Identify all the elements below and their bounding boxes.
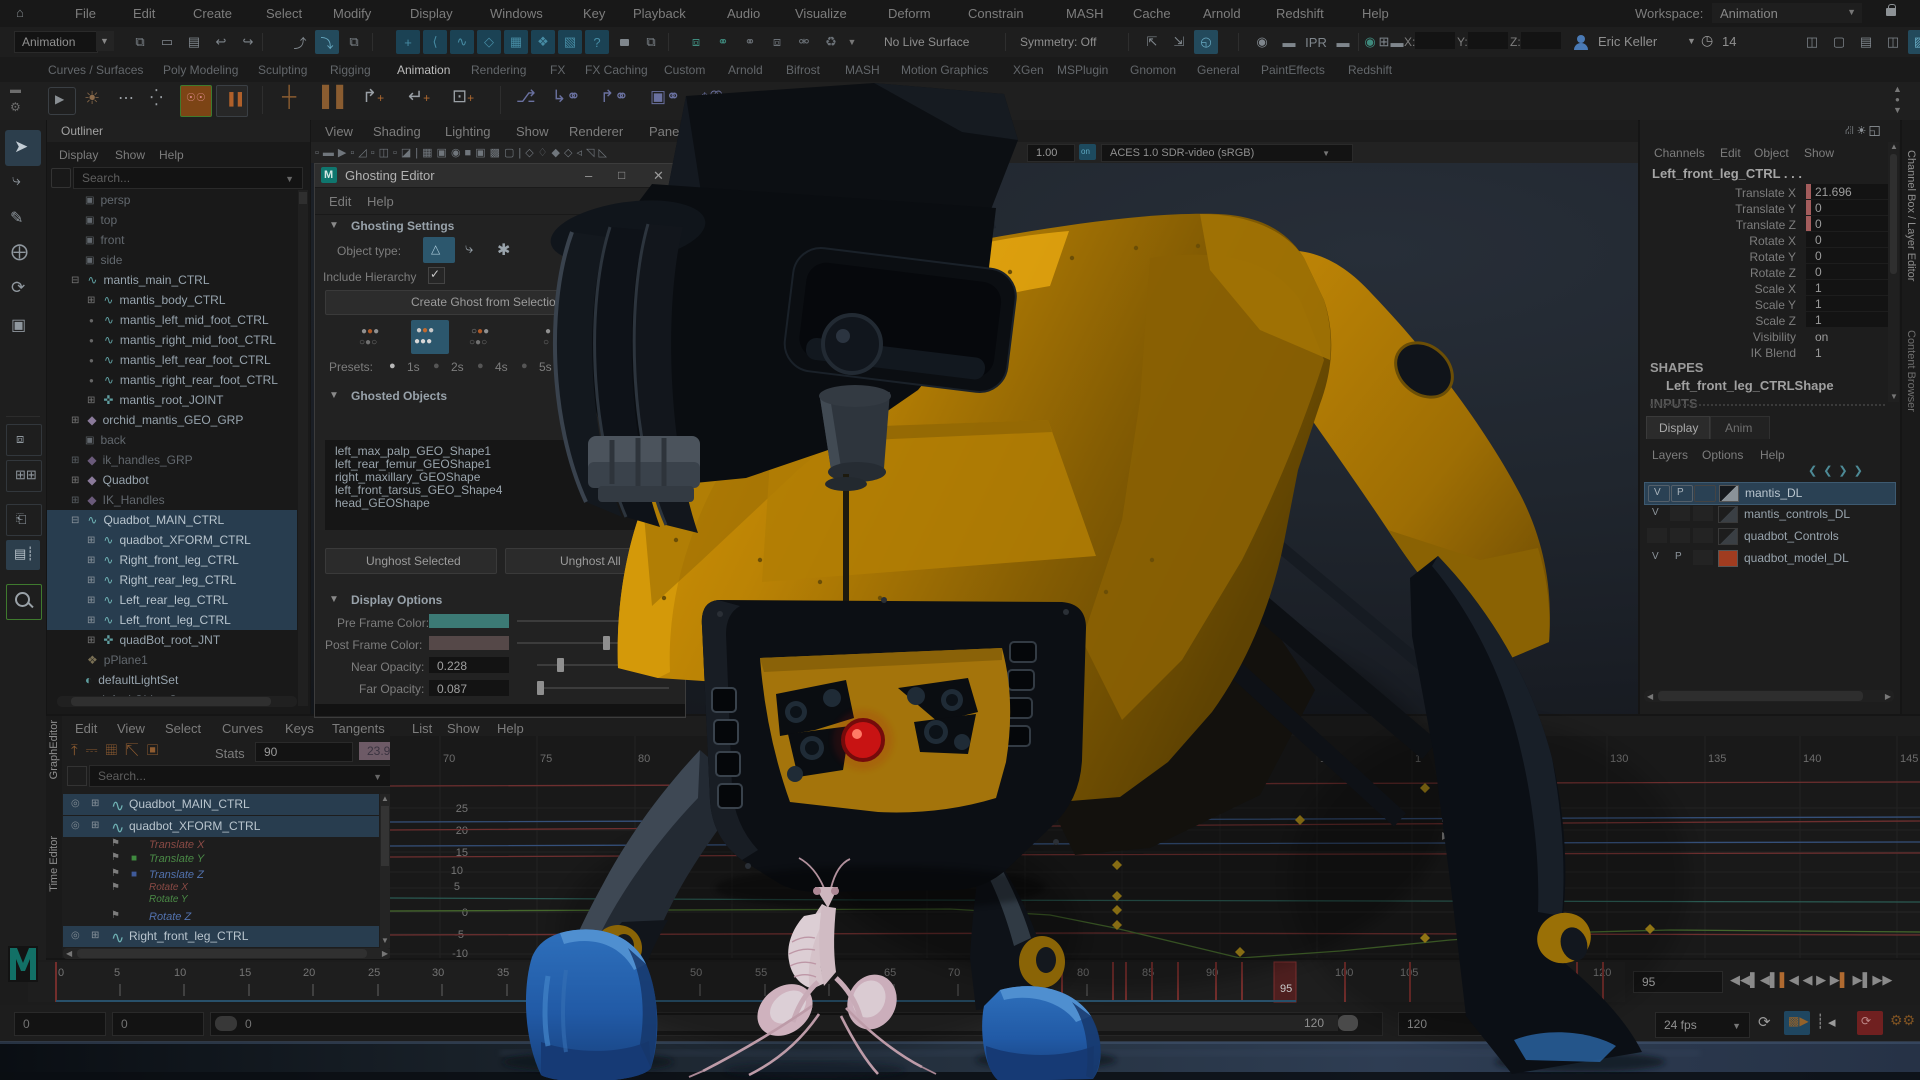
svg-text:80: 80 [638, 753, 650, 765]
svg-text:60: 60 [819, 967, 831, 979]
svg-text:135: 135 [1708, 753, 1726, 765]
svg-text:25: 25 [368, 967, 380, 979]
svg-text:25: 25 [456, 803, 468, 815]
svg-text:70: 70 [948, 967, 960, 979]
svg-text:105: 105 [1125, 753, 1143, 765]
svg-text:30: 30 [432, 967, 444, 979]
svg-text:5: 5 [454, 881, 460, 893]
svg-text:55: 55 [755, 967, 767, 979]
svg-text:20: 20 [456, 825, 468, 837]
svg-text:0: 0 [58, 967, 64, 979]
svg-text:145: 145 [1900, 753, 1918, 765]
svg-text:45: 45 [626, 967, 638, 979]
svg-text:35: 35 [497, 967, 509, 979]
svg-text:110: 110 [1464, 967, 1482, 979]
svg-text:20: 20 [303, 967, 315, 979]
svg-text:115: 115 [1529, 967, 1547, 979]
svg-text:0: 0 [462, 907, 468, 919]
svg-text:65: 65 [884, 967, 896, 979]
svg-text:75: 75 [1013, 967, 1025, 979]
svg-text:1: 1 [1415, 753, 1421, 765]
svg-text:95: 95 [1280, 983, 1292, 995]
svg-text:110: 110 [1223, 753, 1241, 765]
svg-text:5: 5 [114, 967, 120, 979]
svg-text:130: 130 [1610, 753, 1628, 765]
svg-text:70: 70 [443, 753, 455, 765]
svg-text:140: 140 [1803, 753, 1821, 765]
svg-text:75: 75 [540, 753, 552, 765]
svg-text:115: 115 [1320, 753, 1338, 765]
svg-text:80: 80 [1077, 967, 1089, 979]
svg-text:15: 15 [239, 967, 251, 979]
svg-text:-10: -10 [452, 948, 468, 958]
svg-text:10: 10 [174, 967, 186, 979]
svg-text:40: 40 [561, 967, 573, 979]
svg-text:50: 50 [690, 967, 702, 979]
svg-text:10: 10 [451, 865, 463, 877]
